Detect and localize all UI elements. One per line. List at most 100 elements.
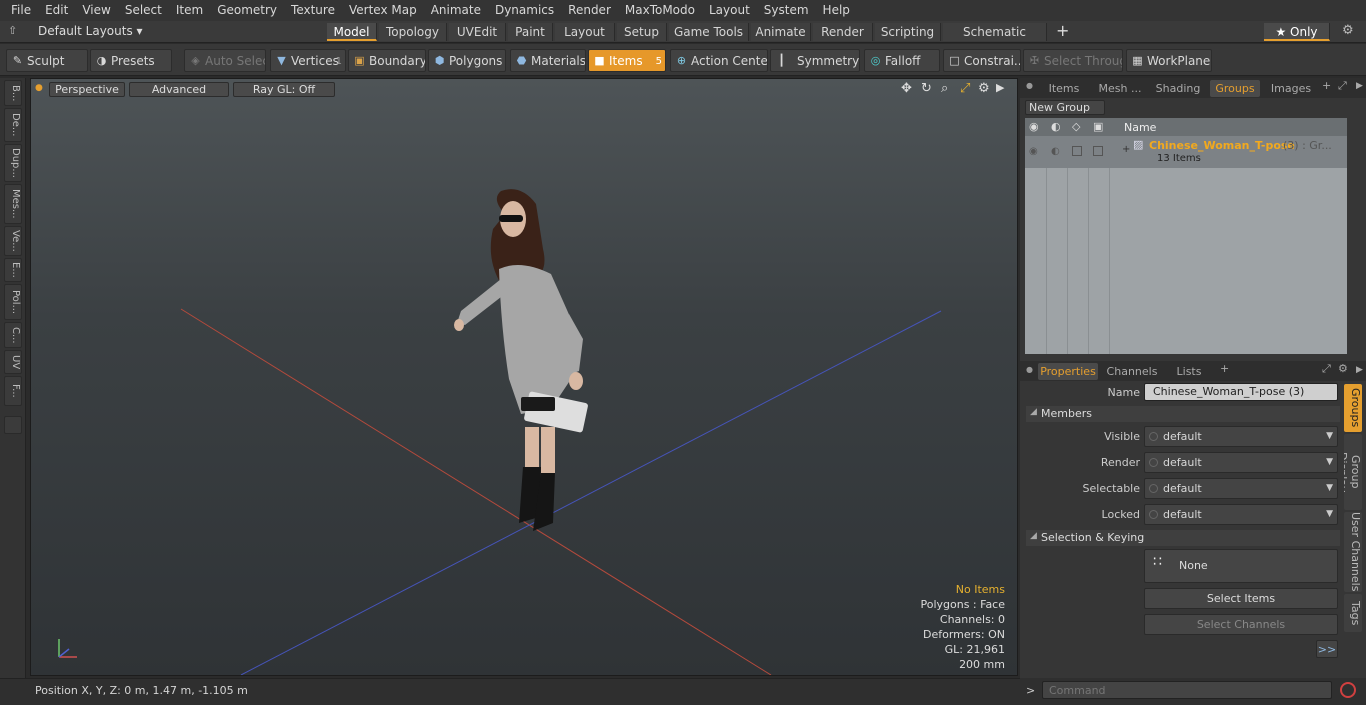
keying-none-button[interactable]: ∷ None	[1144, 549, 1338, 583]
menu-vertex-map[interactable]: Vertex Map	[342, 0, 424, 21]
menu-geometry[interactable]: Geometry	[210, 0, 284, 21]
side-tab-group-display[interactable]: Group Display	[1344, 434, 1362, 510]
tab-animate[interactable]: Animate	[751, 23, 811, 41]
menu-view[interactable]: View	[75, 0, 117, 21]
default-layouts-dropdown[interactable]: Default Layouts ▾	[38, 24, 143, 38]
tab-game-tools[interactable]: Game Tools	[669, 23, 749, 41]
tab-uvedit[interactable]: UVEdit	[449, 23, 506, 41]
menu-animate[interactable]: Animate	[424, 0, 488, 21]
tab-shading[interactable]: Shading	[1152, 80, 1204, 97]
boundary-button[interactable]: ▣ Boundary	[348, 49, 426, 72]
bottom-panel-expand-icon[interactable]: ▶	[1356, 365, 1363, 375]
bottom-panel-gear-icon[interactable]: ⚙	[1338, 362, 1348, 375]
name-column-header[interactable]: Name	[1124, 121, 1156, 134]
maximize-panel-icon[interactable]: ⤢	[1338, 79, 1347, 93]
render-icon[interactable]: ◐	[1051, 120, 1061, 133]
side-tab-user-channels[interactable]: User Channels	[1344, 512, 1362, 592]
menu-select[interactable]: Select	[118, 0, 169, 21]
bottom-panel-menu-dot-icon[interactable]: ●	[1026, 365, 1033, 374]
tab-render[interactable]: Render	[813, 23, 873, 41]
left-tab-vertex[interactable]: Ve...	[4, 226, 22, 256]
menu-help[interactable]: Help	[816, 0, 857, 21]
visibility-eye-icon[interactable]: ◉	[1029, 120, 1039, 133]
new-group-button[interactable]: New Group	[1025, 100, 1105, 115]
menu-item[interactable]: Item	[169, 0, 210, 21]
tab-layout[interactable]: Layout	[555, 23, 615, 41]
left-tab-extra[interactable]	[4, 416, 22, 434]
render-dropdown[interactable]: default ▼	[1144, 452, 1338, 473]
locked-dropdown[interactable]: default ▼	[1144, 504, 1338, 525]
tab-paint[interactable]: Paint	[508, 23, 553, 41]
selectable-dropdown[interactable]: default ▼	[1144, 478, 1338, 499]
add-tab-icon[interactable]: +	[1322, 79, 1331, 92]
members-section-header[interactable]: ◢ Members	[1026, 406, 1340, 422]
expand-row-icon[interactable]: +	[1122, 144, 1130, 155]
tab-setup[interactable]: Setup	[617, 23, 667, 41]
selectable-icon[interactable]: ◇	[1072, 120, 1080, 133]
auto-select-button[interactable]: ◈Auto Select	[184, 49, 266, 72]
only-toggle[interactable]: ★ Only	[1264, 23, 1330, 41]
presets-button[interactable]: ◑ Presets	[90, 49, 172, 72]
vertices-button[interactable]: ▼ Vertices 1	[270, 49, 346, 72]
polygons-button[interactable]: ⬢ Polygons	[428, 49, 506, 72]
visible-dropdown[interactable]: default ▼	[1144, 426, 1338, 447]
add-tab-button[interactable]: +	[1056, 21, 1069, 40]
add-bottom-tab-icon[interactable]: +	[1220, 362, 1229, 375]
menu-texture[interactable]: Texture	[284, 0, 342, 21]
command-input[interactable]	[1042, 681, 1332, 699]
maximize-bottom-panel-icon[interactable]: ⤢	[1322, 362, 1331, 376]
menu-layout[interactable]: Layout	[702, 0, 757, 21]
menu-system[interactable]: System	[757, 0, 816, 21]
left-tab-uv[interactable]: UV	[4, 350, 22, 374]
menu-edit[interactable]: Edit	[38, 0, 75, 21]
tab-scripting[interactable]: Scripting	[875, 23, 941, 41]
left-tab-mesh-edit[interactable]: Mes...	[4, 184, 22, 224]
row-selectable-checkbox[interactable]	[1072, 146, 1082, 156]
row-locked-checkbox[interactable]	[1093, 146, 1103, 156]
tab-properties[interactable]: Properties	[1038, 363, 1098, 380]
gear-icon[interactable]: ⚙	[1342, 23, 1354, 38]
name-field[interactable]: Chinese_Woman_T-pose (3)	[1144, 383, 1338, 401]
locked-icon[interactable]: ▣	[1093, 120, 1103, 133]
left-tab-deform[interactable]: De...	[4, 108, 22, 142]
left-tab-fusion[interactable]: F...	[4, 376, 22, 406]
select-channels-button[interactable]: Select Channels	[1144, 614, 1338, 635]
left-tab-polygon[interactable]: Pol...	[4, 284, 22, 320]
tab-channels[interactable]: Channels	[1104, 363, 1160, 380]
menu-file[interactable]: File	[4, 0, 38, 21]
left-tab-edge[interactable]: E...	[4, 258, 22, 282]
more-button[interactable]: >>	[1316, 640, 1338, 658]
constrain-button[interactable]: □ Constrai...	[943, 49, 1021, 72]
materials-button[interactable]: ⬣ Materials	[510, 49, 586, 72]
symmetry-button[interactable]: ┃ Symmetry	[770, 49, 860, 72]
left-tab-curve[interactable]: C...	[4, 322, 22, 348]
panel-menu-dot-icon[interactable]: ●	[1026, 81, 1033, 90]
action-center-button[interactable]: ⊕ Action Center	[670, 49, 768, 72]
falloff-button[interactable]: ◎ Falloff	[864, 49, 940, 72]
select-through-button[interactable]: ✠Select Through	[1023, 49, 1123, 72]
tab-lists[interactable]: Lists	[1166, 363, 1212, 380]
tab-images[interactable]: Images	[1266, 80, 1316, 97]
tab-topology[interactable]: Topology	[379, 23, 447, 41]
3d-viewport[interactable]: ● Perspective Advanced Ray GL: Off ✥ ↻ ⌕…	[30, 78, 1018, 676]
side-tab-groups[interactable]: Groups	[1344, 384, 1362, 432]
left-tab-basic[interactable]: B...	[4, 80, 22, 106]
menu-dynamics[interactable]: Dynamics	[488, 0, 561, 21]
left-tab-duplicate[interactable]: Dup...	[4, 144, 22, 182]
panel-expand-icon[interactable]: ▶	[1356, 81, 1363, 91]
side-tab-tags[interactable]: Tags	[1344, 594, 1362, 632]
row-eye-icon[interactable]: ◉	[1029, 146, 1038, 157]
menu-maxtomodo[interactable]: MaxToModo	[618, 0, 702, 21]
record-icon[interactable]	[1340, 682, 1356, 698]
tab-mesh[interactable]: Mesh ...	[1092, 80, 1148, 97]
menu-render[interactable]: Render	[561, 0, 618, 21]
tab-model[interactable]: Model	[327, 23, 377, 41]
group-row[interactable]: ◉ ◐ + ▨ Chinese_Woman_T-pose (3) : Gr...…	[1025, 136, 1347, 168]
select-items-button[interactable]: Select Items	[1144, 588, 1338, 609]
tab-schematic-fusion[interactable]: Schematic Fusion	[943, 23, 1047, 57]
workplane-button[interactable]: ▦ WorkPlane	[1126, 49, 1212, 72]
layout-toggle-icon[interactable]: ⇧	[8, 24, 17, 37]
items-button[interactable]: ■ Items 5	[588, 49, 666, 72]
row-render-icon[interactable]: ◐	[1051, 146, 1060, 157]
selection-keying-section-header[interactable]: ◢ Selection & Keying	[1026, 530, 1340, 546]
